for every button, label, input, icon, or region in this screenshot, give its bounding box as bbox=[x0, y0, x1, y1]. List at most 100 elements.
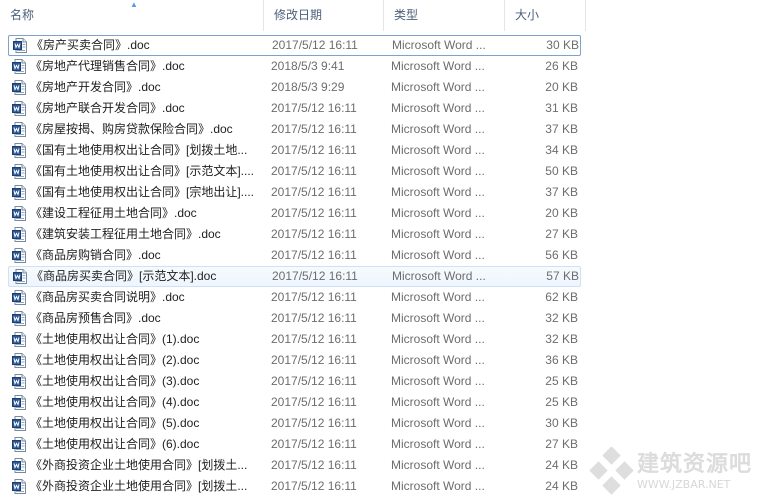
file-name: 《土地使用权出让合同》(5).doc bbox=[30, 416, 200, 430]
file-date: 2017/5/12 16:11 bbox=[271, 164, 357, 178]
word-document-icon bbox=[12, 248, 26, 263]
file-type: Microsoft Word ... bbox=[391, 227, 485, 241]
file-date: 2017/5/12 16:11 bbox=[271, 248, 357, 262]
file-row[interactable]: 《建设工程征用土地合同》.doc 2017/5/12 16:11 Microsoft… bbox=[8, 203, 581, 224]
file-name: 《土地使用权出让合同》(2).doc bbox=[30, 353, 200, 367]
file-date: 2017/5/12 16:11 bbox=[271, 101, 357, 115]
file-date: 2017/5/12 16:11 bbox=[271, 458, 357, 472]
file-name: 《国有土地使用权出让合同》[示范文本].... bbox=[30, 164, 255, 178]
word-document-icon bbox=[12, 395, 26, 410]
file-date: 2017/5/12 16:11 bbox=[271, 395, 357, 409]
column-header-size[interactable]: 大小 bbox=[505, 0, 586, 31]
file-size: 30 KB bbox=[546, 38, 579, 52]
file-row[interactable]: 《房产买卖合同》.doc 2017/5/12 16:11 Microsoft Wor… bbox=[8, 35, 581, 56]
file-row[interactable]: 《土地使用权出让合同》(6).doc 2017/5/12 16:11 Microso… bbox=[8, 434, 581, 455]
file-name: 《土地使用权出让合同》(4).doc bbox=[30, 395, 200, 409]
file-type: Microsoft Word ... bbox=[391, 458, 485, 472]
file-row[interactable]: 《房地产开发合同》.doc 2018/5/3 9:29 Microsoft Word… bbox=[8, 77, 581, 98]
file-type: Microsoft Word ... bbox=[391, 290, 485, 304]
file-name: 《房产买卖合同》.doc bbox=[31, 38, 150, 52]
word-document-icon bbox=[12, 185, 26, 200]
file-size: 26 KB bbox=[545, 59, 578, 73]
file-row[interactable]: 《建筑安装工程征用土地合同》.doc 2017/5/12 16:11 Microso… bbox=[8, 224, 581, 245]
file-type: Microsoft Word ... bbox=[391, 80, 485, 94]
file-name: 《土地使用权出让合同》(1).doc bbox=[30, 332, 200, 346]
file-row[interactable]: 《国有土地使用权出让合同》[宗地出让].... 2017/5/12 16:11 Mi… bbox=[8, 182, 581, 203]
file-date: 2017/5/12 16:11 bbox=[271, 479, 357, 493]
file-date: 2017/5/12 16:11 bbox=[271, 206, 357, 220]
file-type: Microsoft Word ... bbox=[391, 353, 485, 367]
file-row[interactable]: 《商品房买卖合同》[示范文本].doc 2017/5/12 16:11 Micros… bbox=[8, 266, 581, 287]
file-row[interactable]: 《土地使用权出让合同》(2).doc 2017/5/12 16:11 Microso… bbox=[8, 350, 581, 371]
word-document-icon bbox=[12, 416, 26, 431]
file-date: 2017/5/12 16:11 bbox=[271, 143, 357, 157]
column-header-size-label: 大小 bbox=[515, 8, 540, 22]
file-date: 2017/5/12 16:11 bbox=[272, 269, 358, 283]
column-header-name[interactable]: 名称 ▲ bbox=[0, 0, 264, 31]
column-header-date-label: 修改日期 bbox=[274, 8, 323, 22]
word-document-icon bbox=[12, 164, 26, 179]
file-row[interactable]: 《土地使用权出让合同》(4).doc 2017/5/12 16:11 Microso… bbox=[8, 392, 581, 413]
file-size: 20 KB bbox=[545, 80, 578, 94]
file-type: Microsoft Word ... bbox=[391, 248, 485, 262]
file-row[interactable]: 《土地使用权出让合同》(1).doc 2017/5/12 16:11 Microso… bbox=[8, 329, 581, 350]
file-date: 2017/5/12 16:11 bbox=[272, 38, 358, 52]
file-date: 2017/5/12 16:11 bbox=[271, 332, 357, 346]
column-header-type-label: 类型 bbox=[394, 8, 419, 22]
file-size: 32 KB bbox=[545, 311, 578, 325]
file-size: 25 KB bbox=[545, 395, 578, 409]
file-type: Microsoft Word ... bbox=[392, 269, 486, 283]
file-type: Microsoft Word ... bbox=[391, 374, 485, 388]
file-size: 57 KB bbox=[546, 269, 579, 283]
word-document-icon bbox=[12, 437, 26, 452]
column-header-name-label: 名称 bbox=[10, 8, 35, 22]
file-row[interactable]: 《商品房购销合同》.doc 2017/5/12 16:11 Microsoft Wo… bbox=[8, 245, 581, 266]
watermark-text: 建筑资源吧 bbox=[637, 452, 753, 477]
file-type: Microsoft Word ... bbox=[391, 479, 485, 493]
file-date: 2017/5/12 16:11 bbox=[271, 416, 357, 430]
word-document-icon bbox=[12, 122, 26, 137]
word-document-icon bbox=[12, 353, 26, 368]
file-name: 《建设工程征用土地合同》.doc bbox=[30, 206, 197, 220]
file-date: 2018/5/3 9:41 bbox=[271, 59, 345, 73]
sort-ascending-icon: ▲ bbox=[130, 0, 138, 9]
word-document-icon bbox=[13, 38, 27, 53]
file-type: Microsoft Word ... bbox=[392, 38, 486, 52]
file-row[interactable]: 《土地使用权出让合同》(5).doc 2017/5/12 16:11 Microso… bbox=[8, 413, 581, 434]
file-size: 30 KB bbox=[545, 416, 578, 430]
file-size: 56 KB bbox=[545, 248, 578, 262]
file-date: 2017/5/12 16:11 bbox=[271, 353, 357, 367]
file-row[interactable]: 《外商投资企业土地使用合同》[划拨土... 2017/5/12 16:11 Micr… bbox=[8, 476, 581, 497]
file-type: Microsoft Word ... bbox=[391, 101, 485, 115]
column-header-type[interactable]: 类型 bbox=[384, 0, 505, 31]
watermark-url: WWW.JZBAR.NET bbox=[637, 478, 731, 491]
file-row[interactable]: 《国有土地使用权出让合同》[示范文本].... 2017/5/12 16:11 Mi… bbox=[8, 161, 581, 182]
file-name: 《国有土地使用权出让合同》[宗地出让].... bbox=[30, 185, 255, 199]
word-document-icon bbox=[12, 227, 26, 242]
file-row[interactable]: 《房屋按揭、购房贷款保险合同》.doc 2017/5/12 16:11 Micros… bbox=[8, 119, 581, 140]
file-size: 31 KB bbox=[545, 101, 578, 115]
file-type: Microsoft Word ... bbox=[391, 122, 485, 136]
file-type: Microsoft Word ... bbox=[391, 59, 485, 73]
file-row[interactable]: 《国有土地使用权出让合同》[划拨土地... 2017/5/12 16:11 Micr… bbox=[8, 140, 581, 161]
file-name: 《建筑安装工程征用土地合同》.doc bbox=[30, 227, 221, 241]
file-date: 2017/5/12 16:11 bbox=[271, 227, 357, 241]
file-row[interactable]: 《商品房预售合同》.doc 2017/5/12 16:11 Microsoft Wo… bbox=[8, 308, 581, 329]
file-row[interactable]: 《土地使用权出让合同》(3).doc 2017/5/12 16:11 Microso… bbox=[8, 371, 581, 392]
file-date: 2017/5/12 16:11 bbox=[271, 122, 357, 136]
word-document-icon bbox=[12, 479, 26, 494]
column-header-date[interactable]: 修改日期 bbox=[264, 0, 384, 31]
file-row[interactable]: 《商品房买卖合同说明》.doc 2017/5/12 16:11 Microsoft … bbox=[8, 287, 581, 308]
file-row[interactable]: 《房地产代理销售合同》.doc 2018/5/3 9:41 Microsoft Wo… bbox=[8, 56, 581, 77]
file-row[interactable]: 《外商投资企业土地使用合同》[划拨土... 2017/5/12 16:11 Micr… bbox=[8, 455, 581, 476]
file-row[interactable]: 《房地产联合开发合同》.doc 2017/5/12 16:11 Microsoft … bbox=[8, 98, 581, 119]
file-name: 《房地产开发合同》.doc bbox=[30, 80, 161, 94]
file-size: 27 KB bbox=[545, 227, 578, 241]
file-date: 2017/5/12 16:11 bbox=[271, 185, 357, 199]
word-document-icon bbox=[12, 311, 26, 326]
file-size: 32 KB bbox=[545, 332, 578, 346]
column-header: 名称 ▲ 修改日期 类型 大小 bbox=[0, 0, 586, 31]
word-document-icon bbox=[12, 374, 26, 389]
file-size: 37 KB bbox=[545, 122, 578, 136]
file-type: Microsoft Word ... bbox=[391, 143, 485, 157]
